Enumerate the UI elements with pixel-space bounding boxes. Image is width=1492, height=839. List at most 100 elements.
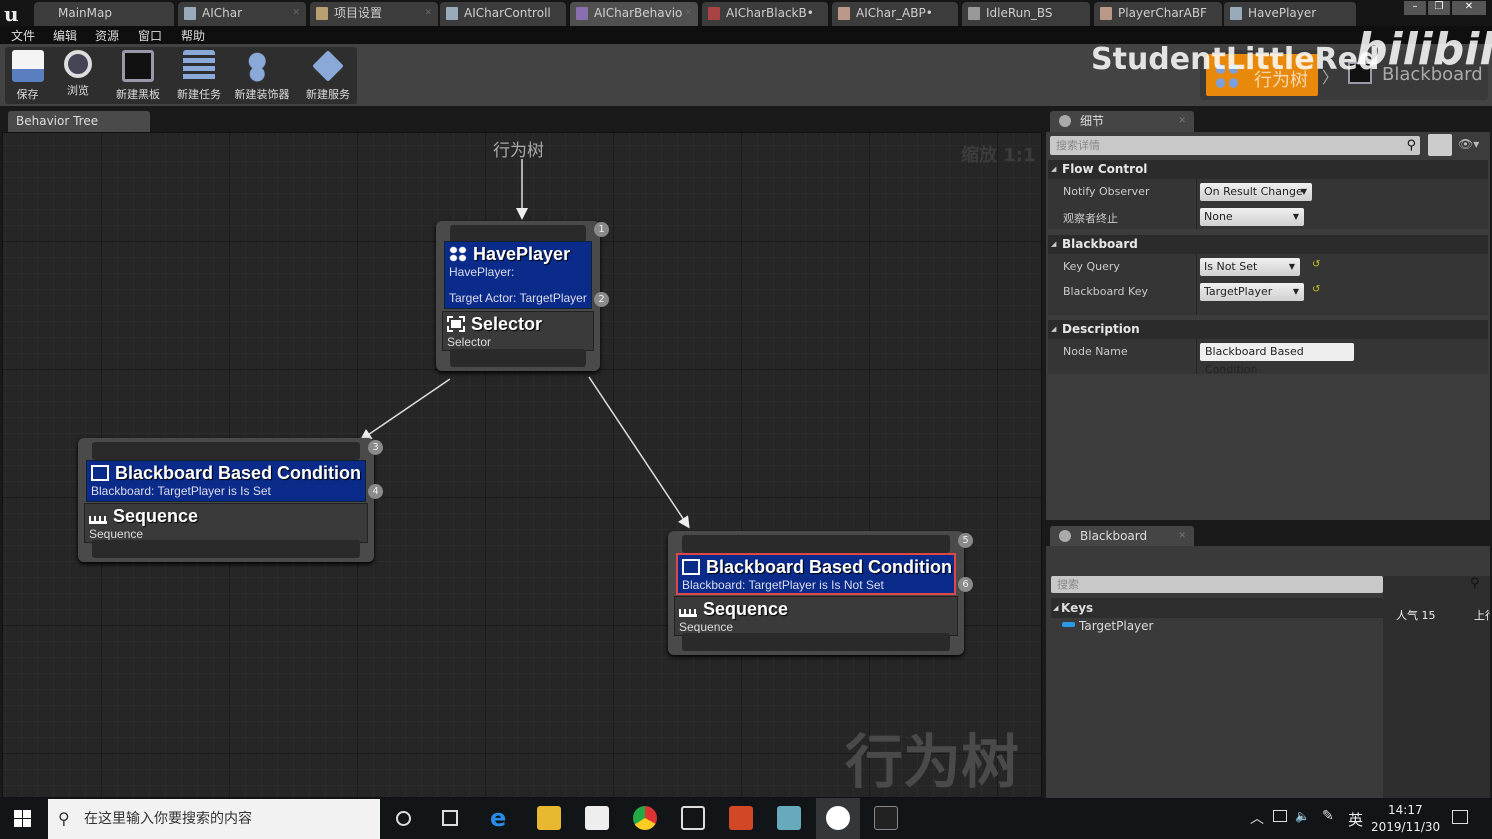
blackboard-key-dropdown[interactable]: TargetPlayer ▼ — [1200, 283, 1304, 301]
taskbar-search-input[interactable]: ⚲ 在这里输入你要搜索的内容 — [48, 799, 380, 839]
sequence-icon — [679, 609, 697, 617]
details-search-input[interactable]: 搜索详情 ⚲ — [1050, 136, 1420, 155]
composite-title: Selector — [471, 314, 543, 334]
node-name-input[interactable]: Blackboard Based Condition — [1200, 343, 1354, 376]
menu-window[interactable]: 窗口 — [138, 27, 162, 44]
tab-details[interactable]: 细节 ✕ — [1050, 111, 1194, 132]
start-button[interactable] — [14, 810, 31, 827]
tool-label: 新建服务 — [306, 88, 350, 101]
tab-aicharblackboard[interactable]: AICharBlackB• — [702, 2, 828, 26]
store-icon[interactable] — [585, 806, 609, 830]
sequence-node-right[interactable]: Blackboard Based Condition Blackboard: T… — [668, 531, 973, 655]
anim-blueprint-icon — [1100, 7, 1112, 20]
category-title: Flow Control — [1062, 162, 1148, 176]
tab-aicharcontroller[interactable]: AICharControll — [440, 2, 566, 26]
decorator-title: Blackboard Based Condition — [115, 463, 362, 483]
composite-selector[interactable]: Selector Selector — [442, 311, 594, 351]
new-service-button[interactable]: 新建服务 — [299, 47, 357, 104]
category-blackboard[interactable]: Blackboard — [1048, 235, 1488, 254]
property-matrix-button[interactable] — [1428, 134, 1452, 156]
close-icon[interactable]: ✕ — [1178, 526, 1186, 547]
blackboard-search-input[interactable]: 搜索 — [1051, 576, 1383, 593]
composite-sequence[interactable]: Sequence Sequence — [84, 503, 368, 543]
tab-behavior-tree[interactable]: Behavior Tree — [8, 111, 150, 132]
powerpoint-icon[interactable] — [729, 806, 753, 830]
show-hidden-icons[interactable]: ︿ — [1250, 808, 1264, 828]
search-placeholder: 在这里输入你要搜索的内容 — [84, 811, 252, 827]
decorator-blackboard-condition[interactable]: Blackboard Based Condition Blackboard: T… — [86, 460, 366, 502]
tab-idlerun-bs[interactable]: IdleRun_BS — [962, 2, 1090, 26]
key-item-targetplayer[interactable]: TargetPlayer — [1062, 619, 1153, 633]
tab-haveplayer[interactable]: HavePlayer — [1224, 2, 1356, 26]
category-flow-control[interactable]: Flow Control — [1048, 160, 1488, 179]
property-label: Key Query — [1063, 260, 1120, 273]
tab-mainmap[interactable]: MainMap — [34, 2, 174, 26]
reset-to-default-icon[interactable]: ↺ — [1312, 259, 1320, 270]
decorator-detail: Target Actor: TargetPlayer — [449, 291, 587, 305]
tab-aichar[interactable]: AIChar ✕ — [178, 2, 306, 26]
property-observer-aborts: 观察者终止 None ▼ — [1048, 204, 1488, 229]
reset-to-default-icon[interactable]: ↺ — [1312, 284, 1320, 295]
maximize-button[interactable]: ❐ — [1428, 1, 1450, 15]
clock-time[interactable]: 14:17 — [1388, 803, 1423, 817]
unreal-taskbar-button[interactable] — [816, 798, 860, 839]
composite-subtitle: Sequence — [679, 620, 734, 634]
epic-games-icon[interactable] — [874, 806, 898, 830]
view-options-eye-icon[interactable]: 👁▾ — [1458, 137, 1479, 151]
photos-icon[interactable] — [681, 806, 705, 830]
tab-blackboard[interactable]: Blackboard ✕ — [1050, 526, 1194, 547]
observer-aborts-dropdown[interactable]: None ▼ — [1200, 208, 1304, 226]
notify-observer-dropdown[interactable]: On Result Change ▼ — [1200, 183, 1312, 201]
key-query-dropdown[interactable]: Is Not Set ▼ — [1200, 258, 1300, 276]
behavior-tree-graph[interactable]: 行为树 缩放 1:1 行为树 HavePlayer HavePlayer: Ta… — [2, 132, 1042, 798]
search-placeholder: 搜索 — [1057, 578, 1079, 591]
network-icon[interactable] — [1273, 810, 1287, 822]
minimize-button[interactable]: – — [1404, 1, 1426, 15]
search-icon: ⚲ — [1470, 576, 1480, 591]
keys-category[interactable]: ◢ Keys — [1051, 598, 1383, 618]
app-icon[interactable] — [777, 806, 801, 830]
decorator-title: HavePlayer — [473, 244, 571, 264]
close-icon[interactable]: ✕ — [424, 2, 432, 24]
close-window-button[interactable]: ✕ — [1452, 1, 1486, 15]
volume-icon[interactable]: 🔈 — [1295, 809, 1310, 823]
decorator-haveplayer[interactable]: HavePlayer HavePlayer: Target Actor: Tar… — [444, 241, 592, 309]
selector-node[interactable]: HavePlayer HavePlayer: Target Actor: Tar… — [436, 221, 609, 371]
notification-center-icon[interactable] — [1452, 810, 1468, 824]
category-description[interactable]: Description — [1048, 320, 1488, 339]
decorator-blackboard-condition-selected[interactable]: Blackboard Based Condition Blackboard: T… — [676, 553, 956, 595]
new-decorator-button[interactable]: 新建装饰器 — [231, 47, 293, 104]
clock-date[interactable]: 2019/11/30 — [1371, 820, 1440, 834]
new-task-button[interactable]: 新建任务 — [171, 47, 227, 104]
edge-icon[interactable]: e — [490, 806, 514, 830]
document-tab-bar: u MainMap AIChar ✕ 项目设置 ✕ AICharControll A… — [0, 0, 1492, 26]
new-blackboard-button[interactable]: 新建黑板 — [108, 47, 168, 104]
menu-asset[interactable]: 资源 — [95, 27, 119, 44]
composite-sequence[interactable]: Sequence Sequence — [674, 596, 958, 636]
tab-project-settings[interactable]: 项目设置 ✕ — [310, 2, 438, 26]
browse-button[interactable]: 浏览 — [53, 47, 103, 104]
menu-file[interactable]: 文件 — [11, 27, 35, 44]
save-button[interactable]: 保存 — [5, 47, 50, 104]
tab-aichar-abp[interactable]: AIChar_ABP• — [832, 2, 958, 26]
file-explorer-icon[interactable] — [537, 806, 561, 830]
dropdown-value: Is Not Set — [1204, 260, 1258, 273]
execution-order-badge: 4 — [368, 484, 383, 499]
sequence-node-left[interactable]: Blackboard Based Condition Blackboard: T… — [78, 438, 383, 562]
tab-aicharbehavior[interactable]: AICharBehavio ✕ — [570, 2, 698, 26]
ime-indicator[interactable]: 英 — [1348, 809, 1363, 830]
close-icon[interactable]: ✕ — [292, 2, 300, 24]
pen-icon[interactable]: ✎ — [1322, 808, 1334, 824]
tab-playercharabp[interactable]: PlayerCharABF — [1094, 2, 1222, 26]
chrome-icon[interactable] — [633, 806, 657, 830]
search-icon: ⚲ — [1406, 138, 1416, 153]
task-view-icon[interactable] — [442, 810, 458, 826]
new-service-icon — [312, 50, 344, 82]
menu-help[interactable]: 帮助 — [181, 27, 205, 44]
close-icon[interactable]: ✕ — [684, 2, 692, 24]
cortana-icon[interactable] — [396, 811, 411, 826]
composite-title: Sequence — [113, 506, 199, 526]
menu-edit[interactable]: 编辑 — [53, 27, 77, 44]
new-task-icon — [183, 50, 215, 82]
close-icon[interactable]: ✕ — [1178, 111, 1186, 132]
